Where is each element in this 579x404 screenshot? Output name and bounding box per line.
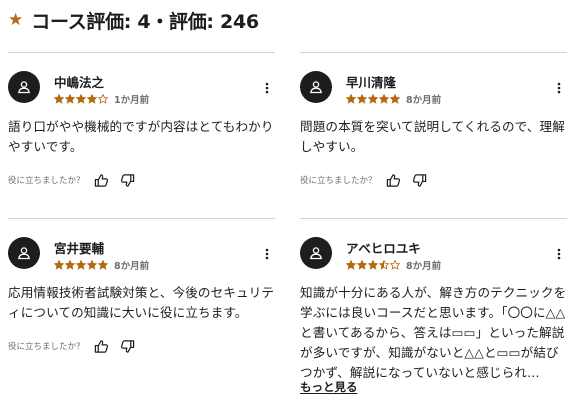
star-icon xyxy=(346,94,356,104)
more-options-icon[interactable] xyxy=(551,80,567,96)
review-text: 語り口がやや機械的ですが内容はとてもわかりやすいです。 xyxy=(8,119,274,154)
thumbs-down-icon[interactable] xyxy=(411,171,429,189)
avatar[interactable] xyxy=(300,237,332,269)
helpful-row: 役に立ちましたか？ xyxy=(8,337,137,355)
review-time: 1か月前 xyxy=(114,95,150,106)
course-rating-title: コース評価: 4・評価: 246 xyxy=(31,10,259,33)
star-icon xyxy=(346,260,356,270)
review-text: 問題の本質を突いて説明してくれるので、理解しやすい。 xyxy=(300,119,565,154)
user-icon xyxy=(18,247,30,260)
star-rating xyxy=(54,94,108,104)
star-icon xyxy=(98,260,108,270)
user-icon xyxy=(310,247,322,260)
helpful-row: 役に立ちましたか？ xyxy=(8,171,137,189)
star-icon xyxy=(76,94,86,104)
thumbs-down-icon[interactable] xyxy=(119,171,137,189)
helpful-question: 役に立ちましたか？ xyxy=(8,342,85,352)
thumbs-up-icon[interactable] xyxy=(93,337,111,355)
star-icon xyxy=(87,260,97,270)
star-icon xyxy=(65,260,75,270)
star-icon xyxy=(390,260,400,270)
review-text: 応用情報技術者試験対策と、今後のセキュリティについての知識に大いに役に立ちます。 xyxy=(8,285,275,320)
star-icon xyxy=(390,94,400,104)
star-icon xyxy=(357,260,367,270)
user-icon xyxy=(18,81,30,94)
star-icon xyxy=(379,260,389,270)
star-icon xyxy=(54,260,64,270)
avatar[interactable] xyxy=(300,71,332,103)
helpful-question: 役に立ちましたか？ xyxy=(300,176,377,186)
star-icon xyxy=(76,260,86,270)
course-rating-header: ★ コース評価: 4・評価: 246 xyxy=(8,6,259,34)
star-icon xyxy=(379,94,389,104)
show-more-link[interactable]: もっと見る xyxy=(300,379,358,395)
star-icon: ★ xyxy=(8,9,24,30)
star-icon xyxy=(368,94,378,104)
star-icon xyxy=(98,94,108,104)
review-text: 知識が十分にある人が、解き方のテクニックを学ぶには良いコースだと思います。「〇〇… xyxy=(300,285,567,380)
avatar[interactable] xyxy=(8,237,40,269)
star-icon xyxy=(54,94,64,104)
user-icon xyxy=(310,81,322,94)
review-time: 8か月前 xyxy=(114,261,150,272)
thumbs-up-icon[interactable] xyxy=(93,171,111,189)
star-rating xyxy=(346,94,400,104)
reviewer-name: アベヒロユキ xyxy=(346,241,421,256)
review-card: アベヒロユキ 8か月前 知識が十分にある人が、解き方のテクニックを学ぶには良いコ… xyxy=(300,218,567,399)
more-options-icon[interactable] xyxy=(551,246,567,262)
review-card: 宮井要輔 8か月前 応用情報技術者試験対策と、今後のセキュリティについての知識に… xyxy=(8,218,275,399)
review-card: 中嶋法之 1か月前 語り口がやや機械的ですが内容はとてもわかりやすいです。 役に… xyxy=(8,52,275,213)
more-options-icon[interactable] xyxy=(259,80,275,96)
review-time: 8か月前 xyxy=(406,95,442,106)
review-time: 8か月前 xyxy=(406,261,442,272)
star-rating xyxy=(54,260,108,270)
star-icon xyxy=(368,260,378,270)
helpful-row: 役に立ちましたか？ xyxy=(300,171,429,189)
avatar[interactable] xyxy=(8,71,40,103)
reviewer-name: 中嶋法之 xyxy=(54,75,105,90)
reviewer-name: 宮井要輔 xyxy=(54,241,105,256)
review-card: 早川清隆 8か月前 問題の本質を突いて説明してくれるので、理解しやすい。 役に立… xyxy=(300,52,567,213)
star-rating xyxy=(346,260,400,270)
thumbs-up-icon[interactable] xyxy=(385,171,403,189)
star-icon xyxy=(87,94,97,104)
star-icon xyxy=(357,94,367,104)
more-options-icon[interactable] xyxy=(259,246,275,262)
star-icon xyxy=(65,94,75,104)
helpful-question: 役に立ちましたか？ xyxy=(8,176,85,186)
thumbs-down-icon[interactable] xyxy=(119,337,137,355)
reviewer-name: 早川清隆 xyxy=(346,75,397,90)
